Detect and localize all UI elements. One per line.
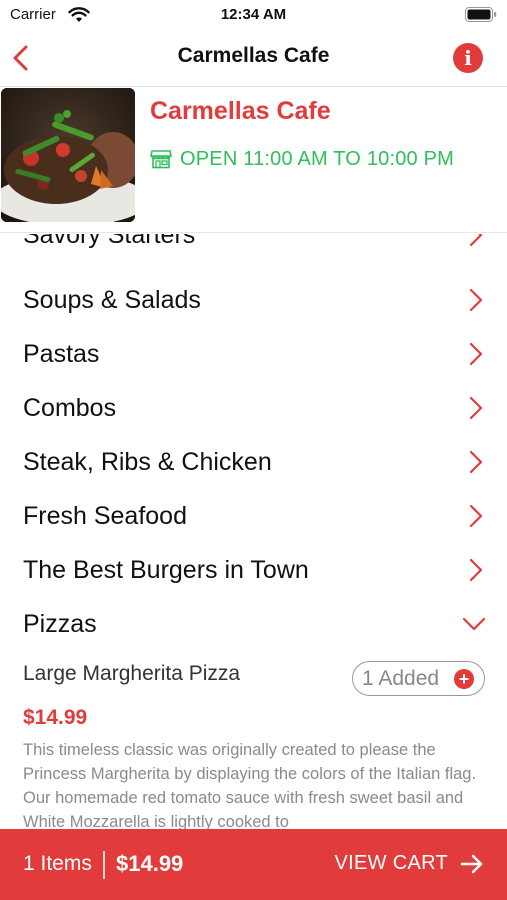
category-row-steak-ribs-chicken[interactable]: Steak, Ribs & Chicken <box>0 434 507 488</box>
category-label: Soups & Salads <box>23 286 201 314</box>
status-bar: Carrier 12:34 AM <box>0 0 507 30</box>
category-label: Combos <box>23 394 117 422</box>
navigation-bar: Carmellas Cafe i <box>0 30 507 87</box>
chevron-right-icon <box>469 450 483 474</box>
category-row-combos[interactable]: Combos <box>0 380 507 434</box>
category-row-burgers[interactable]: The Best Burgers in Town <box>0 542 507 596</box>
cart-total: $14.99 <box>116 851 184 876</box>
menu-item-price: $14.99 <box>23 706 88 729</box>
menu-list[interactable]: Savory Starters Soups & Salads Pastas Co… <box>0 234 507 829</box>
category-label: Pizzas <box>23 610 97 638</box>
chevron-right-icon <box>469 396 483 420</box>
restaurant-name: Carmellas Cafe <box>150 97 331 125</box>
cart-divider <box>103 851 105 879</box>
category-row-fresh-seafood[interactable]: Fresh Seafood <box>0 488 507 542</box>
arrow-right-icon <box>460 854 483 873</box>
view-cart-button[interactable]: VIEW CART <box>335 852 484 875</box>
added-quantity-button[interactable]: 1 Added + <box>352 661 485 696</box>
view-cart-label: VIEW CART <box>334 852 448 874</box>
opening-hours: OPEN 11:00 AM TO 10:00 PM <box>150 147 454 171</box>
category-label: Pastas <box>23 340 100 368</box>
category-row-pizzas[interactable]: Pizzas <box>0 596 507 650</box>
cart-item-count: 1 Items <box>23 852 92 875</box>
store-icon <box>150 150 172 169</box>
category-label: Fresh Seafood <box>23 502 187 530</box>
added-count-label: 1 Added <box>362 667 440 690</box>
category-label: The Best Burgers in Town <box>23 556 309 584</box>
battery-icon <box>465 7 497 22</box>
category-row-savory-starters[interactable]: Savory Starters <box>0 234 507 261</box>
restaurant-header: Carmellas Cafe OPEN 11:00 AM TO 10:00 PM <box>0 87 507 233</box>
chevron-right-icon <box>469 504 483 528</box>
category-label: Savory Starters <box>23 234 196 249</box>
info-icon[interactable]: i <box>453 43 483 73</box>
cart-bar[interactable]: 1 Items $14.99 VIEW CART <box>0 829 507 900</box>
chevron-right-icon <box>469 234 483 247</box>
category-row-pastas[interactable]: Pastas <box>0 326 507 380</box>
category-label: Steak, Ribs & Chicken <box>23 448 272 476</box>
hours-text: OPEN 11:00 AM TO 10:00 PM <box>180 147 455 170</box>
page-title: Carmellas Cafe <box>177 44 330 67</box>
category-row-soups-salads[interactable]: Soups & Salads <box>0 272 507 326</box>
food-photo-image <box>1 88 135 222</box>
menu-item-description: This timeless classic was originally cre… <box>23 741 477 829</box>
restaurant-photo <box>1 88 135 222</box>
status-time: 12:34 AM <box>220 6 287 23</box>
plus-icon[interactable]: + <box>454 669 474 689</box>
chevron-down-icon <box>462 617 486 631</box>
chevron-right-icon <box>469 288 483 312</box>
menu-item-name[interactable]: Large Margherita Pizza <box>23 662 240 686</box>
chevron-right-icon <box>469 558 483 582</box>
chevron-right-icon <box>469 342 483 366</box>
